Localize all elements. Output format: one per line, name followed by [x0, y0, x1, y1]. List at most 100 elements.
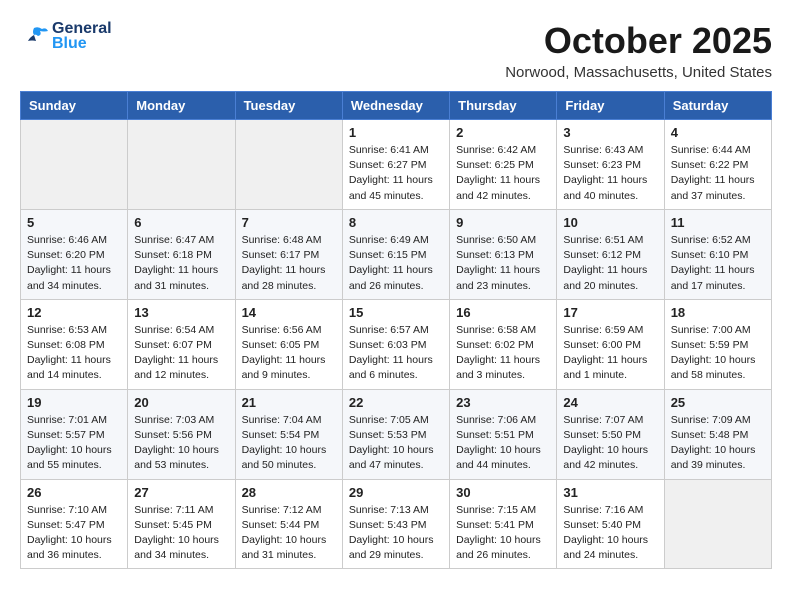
- calendar-cell: 9 Sunrise: 6:50 AM Sunset: 6:13 PM Daylig…: [450, 209, 557, 299]
- calendar-cell: 7 Sunrise: 6:48 AM Sunset: 6:17 PM Daylig…: [235, 209, 342, 299]
- calendar-cell: 21Sunrise: 7:04 AM Sunset: 5:54 PM Dayli…: [235, 389, 342, 479]
- day-number: 16: [456, 305, 550, 320]
- calendar-cell: 23 Sunrise: 7:06 AM Sunset: 5:51 PM Dayli…: [450, 389, 557, 479]
- calendar-cell: 20 Sunrise: 7:03 AM Sunset: 5:56 PM Dayli…: [128, 389, 235, 479]
- day-number: 1: [349, 125, 443, 140]
- day-number: 24: [563, 395, 657, 410]
- calendar-cell: 16 Sunrise: 6:58 AM Sunset: 6:02 PM Dayli…: [450, 299, 557, 389]
- logo-text: General Blue: [52, 20, 112, 53]
- day-info: Sunrise: 6:48 AM Sunset: 6:17 PM Dayligh…: [242, 233, 336, 294]
- month-title: October 2025: [505, 20, 772, 62]
- weekday-header-wednesday: Wednesday: [342, 92, 449, 120]
- calendar-cell: 10Sunrise: 6:51 AM Sunset: 6:12 PM Dayli…: [557, 209, 664, 299]
- day-info: Sunrise: 6:49 AM Sunset: 6:15 PM Dayligh…: [349, 233, 443, 294]
- weekday-header-saturday: Saturday: [664, 92, 771, 120]
- day-info: Sunrise: 7:11 AM Sunset: 5:45 PM Dayligh…: [134, 503, 228, 564]
- day-info: Sunrise: 7:01 AM Sunset: 5:57 PM Dayligh…: [27, 413, 121, 474]
- week-row-4: 19 Sunrise: 7:01 AM Sunset: 5:57 PM Dayli…: [21, 389, 772, 479]
- day-number: 15: [349, 305, 443, 320]
- day-number: 19: [27, 395, 121, 410]
- week-row-1: 1 Sunrise: 6:41 AM Sunset: 6:27 PM Daylig…: [21, 120, 772, 210]
- day-info: Sunrise: 7:09 AM Sunset: 5:48 PM Dayligh…: [671, 413, 765, 474]
- calendar-cell: 1 Sunrise: 6:41 AM Sunset: 6:27 PM Daylig…: [342, 120, 449, 210]
- calendar-cell: 3Sunrise: 6:43 AM Sunset: 6:23 PM Daylig…: [557, 120, 664, 210]
- calendar-cell: [664, 479, 771, 569]
- day-number: 23: [456, 395, 550, 410]
- week-row-5: 26 Sunrise: 7:10 AM Sunset: 5:47 PM Dayli…: [21, 479, 772, 569]
- weekday-header-thursday: Thursday: [450, 92, 557, 120]
- day-number: 13: [134, 305, 228, 320]
- day-number: 28: [242, 485, 336, 500]
- calendar-cell: 6Sunrise: 6:47 AM Sunset: 6:18 PM Daylig…: [128, 209, 235, 299]
- calendar-cell: 8 Sunrise: 6:49 AM Sunset: 6:15 PM Daylig…: [342, 209, 449, 299]
- calendar-table: SundayMondayTuesdayWednesdayThursdayFrid…: [20, 91, 772, 569]
- day-number: 17: [563, 305, 657, 320]
- day-number: 2: [456, 125, 550, 140]
- day-info: Sunrise: 7:16 AM Sunset: 5:40 PM Dayligh…: [563, 503, 657, 564]
- calendar-cell: 28 Sunrise: 7:12 AM Sunset: 5:44 PM Dayli…: [235, 479, 342, 569]
- weekday-header-row: SundayMondayTuesdayWednesdayThursdayFrid…: [21, 92, 772, 120]
- day-number: 30: [456, 485, 550, 500]
- day-number: 22: [349, 395, 443, 410]
- day-info: Sunrise: 6:42 AM Sunset: 6:25 PM Dayligh…: [456, 143, 550, 204]
- weekday-header-friday: Friday: [557, 92, 664, 120]
- calendar-cell: 24 Sunrise: 7:07 AM Sunset: 5:50 PM Dayli…: [557, 389, 664, 479]
- day-number: 18: [671, 305, 765, 320]
- weekday-header-tuesday: Tuesday: [235, 92, 342, 120]
- title-block: October 2025 Norwood, Massachusetts, Uni…: [505, 20, 772, 81]
- calendar-cell: 31 Sunrise: 7:16 AM Sunset: 5:40 PM Dayli…: [557, 479, 664, 569]
- calendar-cell: 18Sunrise: 7:00 AM Sunset: 5:59 PM Dayli…: [664, 299, 771, 389]
- day-info: Sunrise: 7:06 AM Sunset: 5:51 PM Dayligh…: [456, 413, 550, 474]
- day-info: Sunrise: 6:58 AM Sunset: 6:02 PM Dayligh…: [456, 323, 550, 384]
- weekday-header-sunday: Sunday: [21, 92, 128, 120]
- day-info: Sunrise: 7:10 AM Sunset: 5:47 PM Dayligh…: [27, 503, 121, 564]
- calendar-cell: [21, 120, 128, 210]
- calendar-cell: 4 Sunrise: 6:44 AM Sunset: 6:22 PM Daylig…: [664, 120, 771, 210]
- day-info: Sunrise: 6:56 AM Sunset: 6:05 PM Dayligh…: [242, 323, 336, 384]
- day-number: 31: [563, 485, 657, 500]
- calendar-cell: 2 Sunrise: 6:42 AM Sunset: 6:25 PM Daylig…: [450, 120, 557, 210]
- calendar-cell: [235, 120, 342, 210]
- day-number: 7: [242, 215, 336, 230]
- day-info: Sunrise: 7:03 AM Sunset: 5:56 PM Dayligh…: [134, 413, 228, 474]
- day-number: 12: [27, 305, 121, 320]
- calendar-cell: 26 Sunrise: 7:10 AM Sunset: 5:47 PM Dayli…: [21, 479, 128, 569]
- day-info: Sunrise: 6:53 AM Sunset: 6:08 PM Dayligh…: [27, 323, 121, 384]
- day-number: 27: [134, 485, 228, 500]
- calendar-cell: 22 Sunrise: 7:05 AM Sunset: 5:53 PM Dayli…: [342, 389, 449, 479]
- day-number: 26: [27, 485, 121, 500]
- day-number: 9: [456, 215, 550, 230]
- day-number: 11: [671, 215, 765, 230]
- day-info: Sunrise: 6:50 AM Sunset: 6:13 PM Dayligh…: [456, 233, 550, 294]
- day-number: 4: [671, 125, 765, 140]
- calendar-cell: 19 Sunrise: 7:01 AM Sunset: 5:57 PM Dayli…: [21, 389, 128, 479]
- day-number: 14: [242, 305, 336, 320]
- day-info: Sunrise: 7:05 AM Sunset: 5:53 PM Dayligh…: [349, 413, 443, 474]
- calendar-cell: [128, 120, 235, 210]
- day-info: Sunrise: 6:47 AM Sunset: 6:18 PM Dayligh…: [134, 233, 228, 294]
- day-number: 8: [349, 215, 443, 230]
- week-row-3: 12 Sunrise: 6:53 AM Sunset: 6:08 PM Dayli…: [21, 299, 772, 389]
- location-title: Norwood, Massachusetts, United States: [505, 64, 772, 81]
- day-info: Sunrise: 6:44 AM Sunset: 6:22 PM Dayligh…: [671, 143, 765, 204]
- week-row-2: 5 Sunrise: 6:46 AM Sunset: 6:20 PM Daylig…: [21, 209, 772, 299]
- calendar-cell: 30Sunrise: 7:15 AM Sunset: 5:41 PM Dayli…: [450, 479, 557, 569]
- day-info: Sunrise: 7:12 AM Sunset: 5:44 PM Dayligh…: [242, 503, 336, 564]
- day-info: Sunrise: 6:41 AM Sunset: 6:27 PM Dayligh…: [349, 143, 443, 204]
- calendar-cell: 12 Sunrise: 6:53 AM Sunset: 6:08 PM Dayli…: [21, 299, 128, 389]
- calendar-cell: 29Sunrise: 7:13 AM Sunset: 5:43 PM Dayli…: [342, 479, 449, 569]
- day-number: 21: [242, 395, 336, 410]
- day-number: 5: [27, 215, 121, 230]
- day-info: Sunrise: 6:46 AM Sunset: 6:20 PM Dayligh…: [27, 233, 121, 294]
- day-info: Sunrise: 6:59 AM Sunset: 6:00 PM Dayligh…: [563, 323, 657, 384]
- calendar-cell: 15Sunrise: 6:57 AM Sunset: 6:03 PM Dayli…: [342, 299, 449, 389]
- day-number: 20: [134, 395, 228, 410]
- calendar-cell: 11Sunrise: 6:52 AM Sunset: 6:10 PM Dayli…: [664, 209, 771, 299]
- calendar-cell: 27 Sunrise: 7:11 AM Sunset: 5:45 PM Dayli…: [128, 479, 235, 569]
- day-number: 29: [349, 485, 443, 500]
- day-info: Sunrise: 7:07 AM Sunset: 5:50 PM Dayligh…: [563, 413, 657, 474]
- weekday-header-monday: Monday: [128, 92, 235, 120]
- logo-bird-icon: [20, 26, 48, 48]
- calendar-cell: 14 Sunrise: 6:56 AM Sunset: 6:05 PM Dayli…: [235, 299, 342, 389]
- day-number: 3: [563, 125, 657, 140]
